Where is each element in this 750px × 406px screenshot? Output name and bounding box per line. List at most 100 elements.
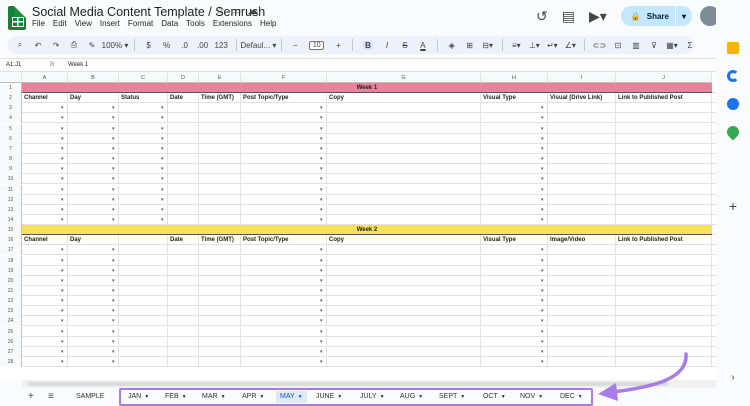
grid-cell[interactable]	[119, 255, 168, 266]
borders-icon[interactable]: ⊞	[466, 41, 474, 50]
dropdown-chevron-icon[interactable]: ▾	[541, 174, 544, 184]
dropdown-chevron-icon[interactable]: ▾	[112, 266, 115, 276]
grid-cell[interactable]	[548, 357, 616, 368]
strikethrough-button[interactable]: S	[401, 41, 409, 50]
row-number[interactable]: 6	[0, 133, 22, 144]
grid-cell[interactable]	[199, 164, 241, 175]
name-box[interactable]: A1:J1	[0, 62, 50, 68]
grid-cell[interactable]	[616, 286, 712, 296]
grid-cell[interactable]	[241, 306, 327, 317]
grid-cell[interactable]	[327, 204, 481, 215]
increase-decimal-button[interactable]: .00	[197, 41, 208, 50]
dropdown-chevron-icon[interactable]: ▾	[541, 357, 544, 367]
grid-cell[interactable]	[241, 214, 327, 225]
grid-cell[interactable]	[548, 204, 616, 215]
sheet-tab-july[interactable]: JULY ▼	[356, 391, 389, 403]
header-cell[interactable]	[119, 235, 168, 246]
header-cell[interactable]: Visual Type	[481, 235, 548, 246]
grid-cell[interactable]	[119, 275, 168, 286]
row-number[interactable]: 16	[0, 235, 22, 246]
grid-cell[interactable]	[616, 316, 712, 327]
row-number[interactable]: 20	[0, 275, 22, 286]
dropdown-chevron-icon[interactable]: ▾	[112, 256, 115, 266]
header-cell[interactable]: Channel	[22, 235, 68, 246]
dropdown-chevron-icon[interactable]: ▾	[61, 195, 64, 205]
grid-cell[interactable]	[327, 265, 481, 276]
sheet-tab-may[interactable]: MAY ▼	[276, 391, 307, 403]
dropdown-chevron-icon[interactable]: ▾	[320, 164, 323, 174]
dropdown-chevron-icon[interactable]: ▾	[112, 306, 115, 316]
grid-cell[interactable]	[168, 245, 199, 256]
grid-cell[interactable]	[616, 346, 712, 357]
grid-cell[interactable]	[327, 184, 481, 195]
grid-cell[interactable]	[548, 245, 616, 256]
grid-cell[interactable]	[548, 316, 616, 327]
dropdown-chevron-icon[interactable]: ▾	[61, 185, 64, 195]
dropdown-chevron-icon[interactable]: ▾	[61, 215, 64, 225]
grid-cell[interactable]	[616, 326, 712, 337]
currency-button[interactable]: $	[145, 41, 153, 50]
dropdown-chevron-icon[interactable]: ▾	[161, 113, 164, 123]
dropdown-chevron-icon[interactable]: ▾	[161, 195, 164, 205]
history-icon[interactable]: ↺	[536, 8, 548, 25]
grid-cell[interactable]	[616, 214, 712, 225]
row-number[interactable]: 22	[0, 296, 22, 307]
dropdown-chevron-icon[interactable]: ▾	[112, 316, 115, 326]
dropdown-chevron-icon[interactable]: ▾	[320, 256, 323, 266]
dropdown-chevron-icon[interactable]: ▾	[320, 276, 323, 286]
dropdown-chevron-icon[interactable]: ▾	[61, 306, 64, 316]
text-wrap-icon[interactable]: ↵▾	[547, 41, 558, 50]
header-cell[interactable]: Status	[119, 93, 168, 104]
row-number[interactable]: 8	[0, 154, 22, 165]
grid-cell[interactable]	[199, 174, 241, 185]
grid-cell[interactable]	[199, 103, 241, 114]
grid-cell[interactable]	[241, 265, 327, 276]
row-number[interactable]: 1	[0, 83, 22, 93]
dropdown-chevron-icon[interactable]: ▾	[61, 113, 64, 123]
dropdown-chevron-icon[interactable]: ▾	[112, 245, 115, 255]
menu-view[interactable]: View	[75, 19, 92, 28]
grid-cell[interactable]	[199, 275, 241, 286]
grid-cell[interactable]	[616, 255, 712, 266]
tab-menu-caret-icon[interactable]: ▼	[578, 394, 583, 400]
dropdown-chevron-icon[interactable]: ▾	[320, 306, 323, 316]
grid-cell[interactable]	[241, 123, 327, 134]
sheet-tab-mar[interactable]: MAR ▼	[198, 391, 230, 403]
print-icon[interactable]: ⎙	[70, 40, 78, 50]
dropdown-chevron-icon[interactable]: ▾	[112, 113, 115, 123]
maps-icon[interactable]	[724, 123, 742, 141]
text-rotate-icon[interactable]: ∠▾	[565, 41, 576, 50]
grid-cell[interactable]	[616, 296, 712, 307]
grid-cell[interactable]	[199, 316, 241, 327]
grid-cell[interactable]	[241, 286, 327, 296]
grid-cell[interactable]	[616, 184, 712, 195]
grid-cell[interactable]	[168, 204, 199, 215]
grid-cell[interactable]	[481, 113, 548, 124]
grid-cell[interactable]	[548, 154, 616, 165]
grid-cell[interactable]	[548, 113, 616, 124]
grid-cell[interactable]	[199, 286, 241, 296]
insert-comment-icon[interactable]: ⊡	[614, 41, 622, 50]
grid-cell[interactable]	[168, 164, 199, 175]
grid-cell[interactable]	[327, 133, 481, 144]
grid-cell[interactable]	[241, 113, 327, 124]
grid-cell[interactable]	[168, 123, 199, 134]
dropdown-chevron-icon[interactable]: ▾	[320, 286, 323, 296]
dropdown-chevron-icon[interactable]: ▾	[61, 245, 64, 255]
dropdown-chevron-icon[interactable]: ▾	[112, 327, 115, 337]
row-number[interactable]: 18	[0, 255, 22, 266]
grid-cell[interactable]	[241, 275, 327, 286]
dropdown-chevron-icon[interactable]: ▾	[541, 144, 544, 154]
dropdown-chevron-icon[interactable]: ▾	[161, 205, 164, 215]
grid-cell[interactable]	[548, 255, 616, 266]
keep-icon[interactable]	[727, 42, 739, 54]
grid-cell[interactable]	[327, 346, 481, 357]
grid-cell[interactable]	[481, 316, 548, 327]
grid-cell[interactable]	[168, 265, 199, 276]
dropdown-chevron-icon[interactable]: ▾	[541, 185, 544, 195]
dropdown-chevron-icon[interactable]: ▾	[320, 134, 323, 144]
grid-cell[interactable]	[616, 123, 712, 134]
grid-cell[interactable]	[327, 357, 481, 368]
dropdown-chevron-icon[interactable]: ▾	[61, 276, 64, 286]
grid-cell[interactable]	[327, 326, 481, 337]
